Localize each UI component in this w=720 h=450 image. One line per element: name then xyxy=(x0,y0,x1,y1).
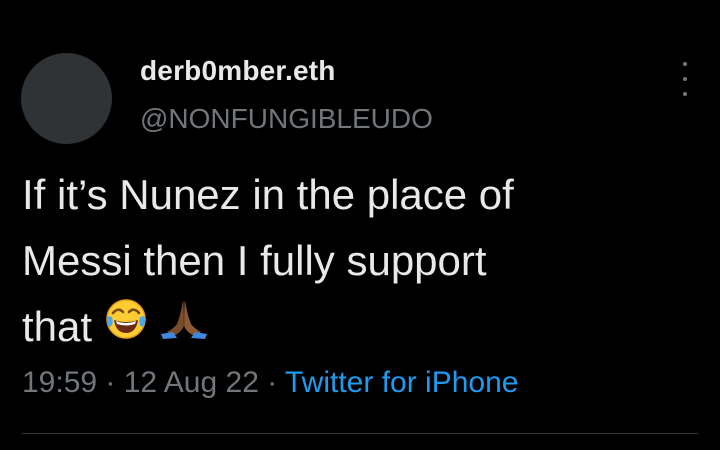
more-options-icon[interactable] xyxy=(672,62,698,96)
author-display-name[interactable]: derb0mber.eth xyxy=(140,55,336,87)
tweet-meta: 19:59 · 12 Aug 22 · Twitter for iPhone xyxy=(22,366,518,400)
more-dot xyxy=(683,62,687,66)
tweet-text-line-last: that xyxy=(22,294,682,360)
tweet-text-line: Messi then I fully support xyxy=(22,237,487,284)
tweet-time[interactable]: 19:59 xyxy=(22,366,97,399)
meta-separator: · xyxy=(97,366,124,399)
divider xyxy=(22,433,698,434)
tweet-source-link[interactable]: Twitter for iPhone xyxy=(285,366,518,399)
meta-separator: · xyxy=(258,366,286,399)
more-dot xyxy=(683,92,687,96)
tears-of-joy-emoji-icon xyxy=(104,293,148,359)
tweet-text-line: If it’s Nunez in the place of xyxy=(22,171,514,218)
more-dot xyxy=(683,77,687,81)
avatar[interactable] xyxy=(21,53,112,144)
tweet-text-word: that xyxy=(22,303,93,350)
author-handle[interactable]: @NONFUNGIBLEUDO xyxy=(140,103,433,135)
tweet-card: derb0mber.eth @NONFUNGIBLEUDO If it’s Nu… xyxy=(0,0,720,450)
tweet-date[interactable]: 12 Aug 22 xyxy=(124,366,259,399)
tweet-text: If it’s Nunez in the place of Messi then… xyxy=(22,162,682,360)
folded-hands-emoji-icon xyxy=(159,293,209,359)
